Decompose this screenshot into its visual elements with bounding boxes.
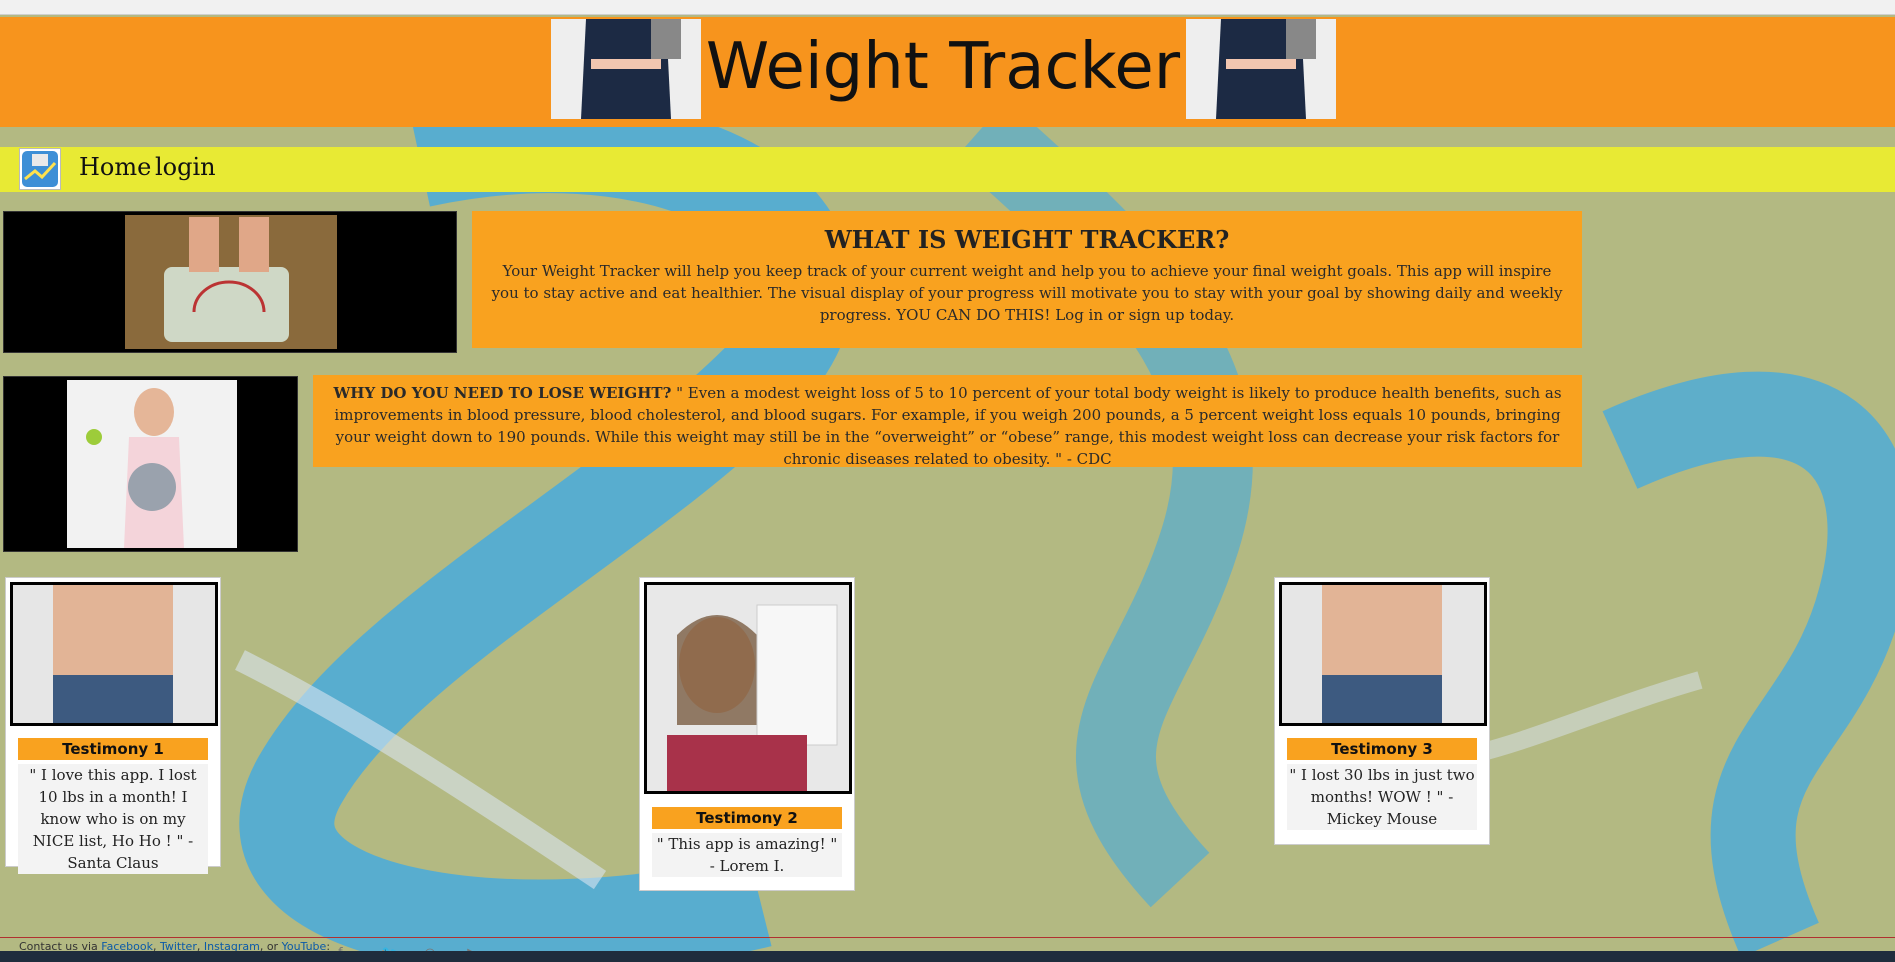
footer-divider [0, 937, 1895, 938]
testimony-label: Testimony 2 [652, 807, 842, 829]
why-title: WHY DO YOU NEED TO LOSE WEIGHT? [333, 384, 672, 402]
testimony-quote: " I love this app. I lost 10 lbs in a mo… [18, 764, 208, 874]
nav-login-link[interactable]: login [155, 153, 216, 181]
testimony-quote: " This app is amazing! " - Lorem I. [652, 833, 842, 877]
feet-on-scale-photo [3, 211, 457, 353]
header-waist-photo-left [551, 19, 701, 119]
site-header: Weight Tracker [0, 17, 1895, 127]
why-lose-weight-section: WHY DO YOU NEED TO LOSE WEIGHT? " Even a… [313, 375, 1582, 468]
testimony-card: Testimony 3 " I lost 30 lbs in just two … [1274, 577, 1490, 845]
testimony-photo [1279, 582, 1487, 726]
woman-holding-scale-photo [3, 376, 298, 552]
header-waist-photo-right [1186, 19, 1336, 119]
what-is-text: Your Weight Tracker will help you keep t… [491, 262, 1563, 324]
nav-bar: Home login [0, 147, 1895, 192]
testimony-card: Testimony 1 " I love this app. I lost 10… [5, 577, 221, 874]
testimony-label: Testimony 3 [1287, 738, 1477, 760]
nav-home-link[interactable]: Home [79, 153, 151, 181]
app-logo-icon[interactable] [19, 148, 61, 190]
browser-toolbar-remnant [0, 0, 1895, 15]
testimony-photo [644, 582, 852, 794]
site-title: Weight Tracker [705, 30, 1181, 104]
testimony-label: Testimony 1 [18, 738, 208, 760]
testimony-card: Testimony 2 " This app is amazing! " - L… [639, 577, 855, 891]
testimony-photo [10, 582, 218, 726]
testimony-quote: " I lost 30 lbs in just two months! WOW … [1287, 764, 1477, 830]
taskbar-remnant [0, 951, 1895, 962]
what-is-section: WHAT IS WEIGHT TRACKER? Your Weight Trac… [472, 211, 1582, 348]
what-is-title: WHAT IS WEIGHT TRACKER? [824, 225, 1230, 254]
